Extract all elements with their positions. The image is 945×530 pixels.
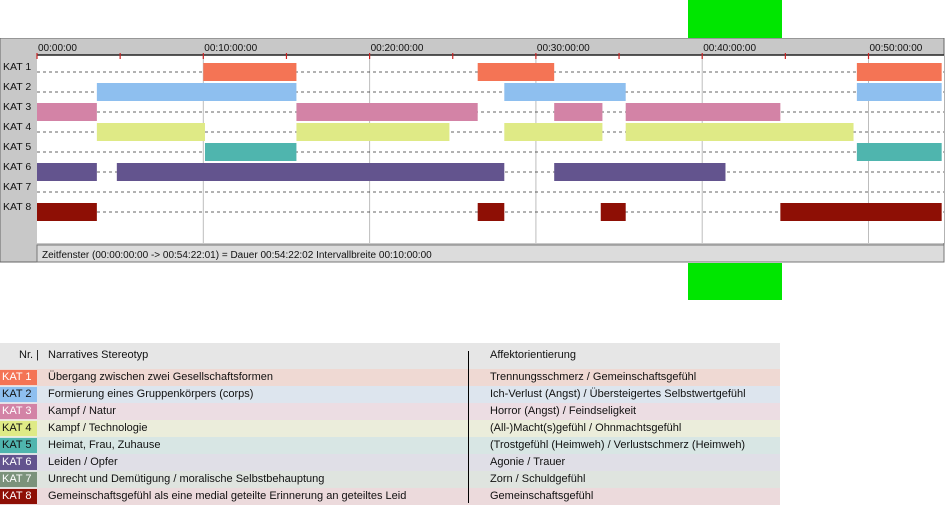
legend-kat-badge: KAT 2 (0, 387, 37, 402)
timeline-bar (554, 163, 726, 181)
green-marker-top (688, 0, 782, 38)
timeline-bar (504, 123, 603, 141)
legend-stereotype: Leiden / Opfer (48, 456, 118, 468)
green-marker-bottom (688, 263, 782, 300)
legend-row: KAT 5 Heimat, Frau, Zuhause (Trostgefühl (… (0, 437, 780, 454)
legend-kat-badge: KAT 5 (0, 438, 37, 453)
legend-kat-badge: KAT 3 (0, 404, 37, 419)
legend-affect: (All-)Macht(s)gefühl / Ohnmachtsgefühl (490, 422, 682, 434)
timeline-bar (477, 63, 555, 81)
timeline-bar (625, 123, 854, 141)
legend-stereotype: Kampf / Technologie (48, 422, 148, 434)
legend-header-nr: Nr. | (19, 349, 39, 361)
timeline-bar (203, 63, 297, 81)
legend-row: KAT 8 Gemeinschaftsgefühl als eine medial… (0, 488, 780, 505)
category-label: KAT 3 (3, 101, 31, 113)
legend-affect: Agonie / Trauer (490, 456, 566, 468)
timeline-bar (37, 163, 97, 181)
legend-kat-badge: KAT 4 (0, 421, 37, 436)
legend-row: KAT 7 Unrecht und Demütigung / moralische… (0, 471, 780, 488)
category-label: KAT 6 (3, 161, 31, 173)
tick-label: 00:20:00:00 (371, 43, 424, 54)
timeline-bar (116, 163, 505, 181)
timeline-bar (856, 83, 942, 101)
category-label: KAT 4 (3, 121, 31, 133)
tick-label: 00:30:00:00 (537, 43, 590, 54)
legend-affect: Horror (Angst) / Feindseligkeit (490, 405, 637, 417)
legend-affect: Zorn / Schuldgefühl (490, 473, 586, 485)
legend-row: KAT 6 Leiden / Opfer Agonie / Trauer (0, 454, 780, 471)
timeline-bar (96, 123, 205, 141)
legend-header-stereotype: Narratives Stereotyp (48, 349, 149, 361)
timeline-bar (856, 143, 942, 161)
timeline-bar (296, 123, 450, 141)
legend-row: KAT 3 Kampf / Natur Horror (Angst) / Feind… (0, 403, 780, 420)
tick-label: 00:10:00:00 (204, 43, 257, 54)
timeline-bar (554, 103, 603, 121)
legend-stereotype: Gemeinschaftsgefühl als eine medial gete… (48, 490, 407, 502)
legend-kat-badge: KAT 8 (0, 489, 37, 504)
timeline-bar (204, 143, 297, 161)
footer-text: Zeitfenster (00:00:00:00 -> 00:54:22:01)… (42, 250, 432, 261)
legend-kat-badge: KAT 6 (0, 455, 37, 470)
timeline-chart: KAT 1 KAT 2 KAT 3 KAT 4 KAT 5 KAT 6 KAT 7 KAT 8… (0, 38, 945, 263)
legend-kat-badge: KAT 7 (0, 472, 37, 487)
tick-label: 00:00:00 (38, 43, 77, 54)
legend-column-divider (468, 351, 469, 503)
timeline-bar (477, 203, 505, 221)
legend-kat-badge: KAT 1 (0, 370, 37, 385)
legend-affect: Gemeinschaftsgefühl (490, 490, 594, 502)
timeline-bar (780, 203, 942, 221)
category-label: KAT 5 (3, 141, 31, 153)
category-label: KAT 7 (3, 181, 31, 193)
category-label: KAT 8 (3, 201, 31, 213)
legend-row: KAT 2 Formierung eines Gruppenkörpers (co… (0, 386, 780, 403)
tick-label: 00:40:00:00 (703, 43, 756, 54)
timeline-bar (37, 103, 97, 121)
timeline-bar (504, 83, 626, 101)
legend-stereotype: Heimat, Frau, Zuhause (48, 439, 161, 451)
timeline-bar (37, 203, 97, 221)
category-label: KAT 2 (3, 81, 31, 93)
legend-header-affect: Affektorientierung (490, 349, 577, 361)
timeline-bar (600, 203, 626, 221)
legend-affect: (Trostgefühl (Heimweh) / Verlustschmerz … (490, 439, 746, 451)
legend-row: KAT 4 Kampf / Technologie (All-)Macht(s)ge… (0, 420, 780, 437)
legend-stereotype: Übergang zwischen zwei Gesellschaftsform… (48, 371, 273, 383)
category-label: KAT 1 (3, 61, 31, 73)
legend-header: Nr. | Narratives Stereotyp Affektorienti… (0, 343, 780, 369)
legend-table: Nr. | Narratives Stereotyp Affektorienti… (0, 343, 780, 505)
timeline-bar (856, 63, 942, 81)
legend-affect: Trennungsschmerz / Gemeinschaftsgefühl (490, 371, 697, 383)
tick-label: 00:50:00:00 (870, 43, 923, 54)
legend-stereotype: Kampf / Natur (48, 405, 116, 417)
legend-stereotype: Unrecht und Demütigung / moralische Selb… (48, 473, 325, 485)
timeline-bar (96, 83, 297, 101)
timeline-bar (296, 103, 478, 121)
legend-stereotype: Formierung eines Gruppenkörpers (corps) (48, 388, 254, 400)
legend-row: KAT 1 Übergang zwischen zwei Gesellschaft… (0, 369, 780, 386)
timeline-bar (625, 103, 781, 121)
legend-affect: Ich-Verlust (Angst) / Übersteigertes Sel… (490, 388, 746, 400)
